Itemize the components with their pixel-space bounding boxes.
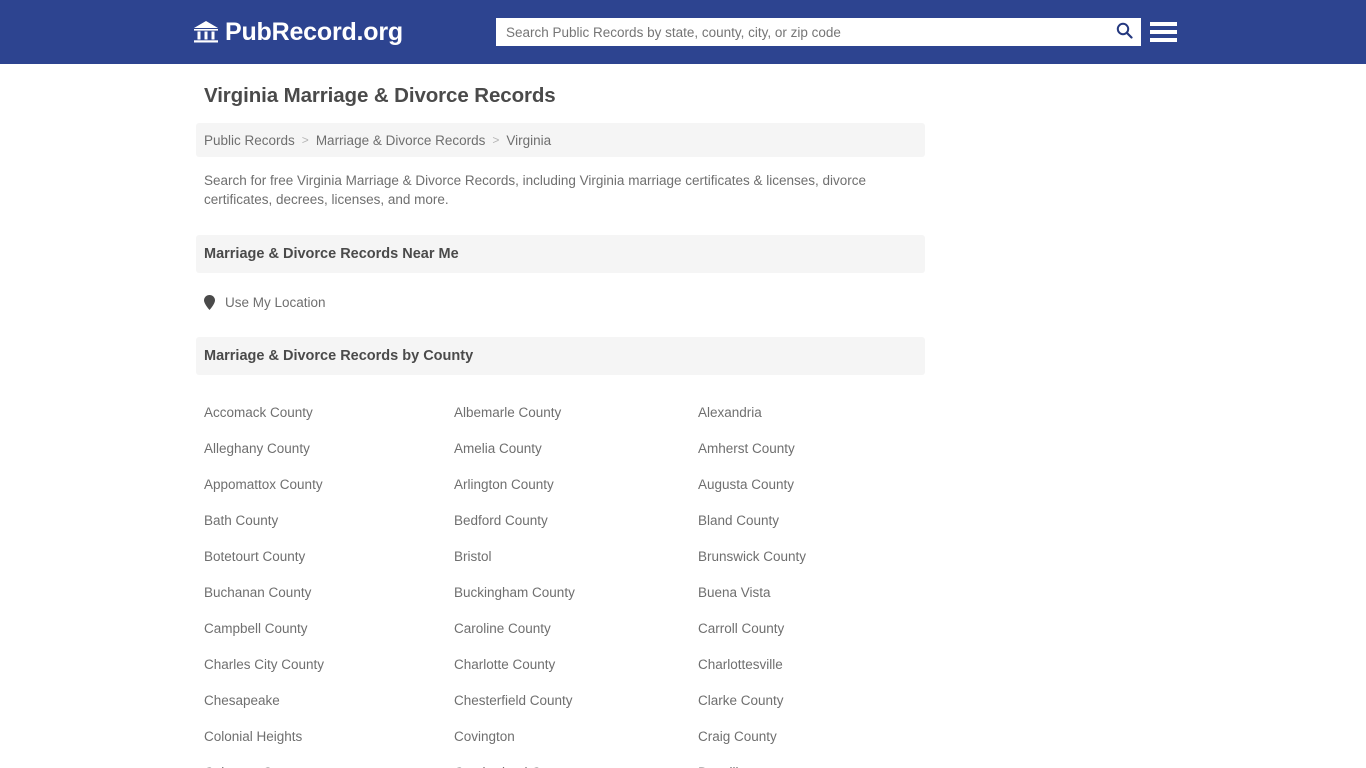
county-link[interactable]: Buchanan County	[204, 575, 454, 611]
main-content: Virginia Marriage & Divorce Records Publ…	[0, 64, 1366, 768]
content-container: Virginia Marriage & Divorce Records Publ…	[196, 84, 925, 768]
map-pin-icon	[204, 295, 215, 310]
county-link[interactable]: Amelia County	[454, 431, 698, 467]
breadcrumb-item-public-records[interactable]: Public Records	[204, 133, 295, 148]
search-icon	[1116, 22, 1133, 42]
county-link[interactable]: Culpeper County	[204, 755, 454, 768]
site-logo-text: PubRecord.org	[225, 17, 403, 46]
county-link[interactable]: Bath County	[204, 503, 454, 539]
hamburger-bar	[1150, 30, 1177, 34]
site-header: PubRecord.org	[0, 0, 1366, 64]
bank-building-icon	[193, 20, 219, 44]
page-title: Virginia Marriage & Divorce Records	[204, 84, 556, 107]
county-link[interactable]: Bristol	[454, 539, 698, 575]
county-link[interactable]: Danville	[698, 755, 933, 768]
hamburger-bar	[1150, 22, 1177, 26]
county-link[interactable]: Buena Vista	[698, 575, 933, 611]
breadcrumb-separator: >	[301, 133, 309, 147]
county-link[interactable]: Clarke County	[698, 683, 933, 719]
breadcrumb: Public Records > Marriage & Divorce Reco…	[196, 123, 925, 157]
county-link[interactable]: Alleghany County	[204, 431, 454, 467]
page-description: Search for free Virginia Marriage & Divo…	[204, 173, 867, 207]
county-link[interactable]: Carroll County	[698, 611, 933, 647]
county-link[interactable]: Buckingham County	[454, 575, 698, 611]
breadcrumb-item-marriage-divorce-records[interactable]: Marriage & Divorce Records	[316, 133, 486, 148]
county-link[interactable]: Craig County	[698, 719, 933, 755]
county-link[interactable]: Augusta County	[698, 467, 933, 503]
county-link[interactable]: Cumberland County	[454, 755, 698, 768]
near-me-section: Use My Location	[196, 283, 925, 337]
breadcrumb-item-virginia[interactable]: Virginia	[506, 133, 551, 148]
county-list: Accomack County Albemarle County Alexandri…	[196, 385, 925, 768]
county-link[interactable]: Appomattox County	[204, 467, 454, 503]
county-link[interactable]: Albemarle County	[454, 395, 698, 431]
county-link[interactable]: Charlotte County	[454, 647, 698, 683]
site-logo[interactable]: PubRecord.org	[193, 17, 403, 46]
use-my-location-button[interactable]: Use My Location	[204, 295, 326, 310]
hamburger-bar	[1150, 38, 1177, 42]
county-link[interactable]: Amherst County	[698, 431, 933, 467]
county-link[interactable]: Covington	[454, 719, 698, 755]
county-link[interactable]: Brunswick County	[698, 539, 933, 575]
breadcrumb-separator: >	[492, 133, 500, 147]
county-link[interactable]: Accomack County	[204, 395, 454, 431]
county-link[interactable]: Bedford County	[454, 503, 698, 539]
section-header-near-me: Marriage & Divorce Records Near Me	[196, 235, 925, 273]
search-input[interactable]	[496, 18, 1107, 46]
use-my-location-label: Use My Location	[225, 295, 326, 310]
county-link[interactable]: Bland County	[698, 503, 933, 539]
county-link[interactable]: Botetourt County	[204, 539, 454, 575]
county-link[interactable]: Caroline County	[454, 611, 698, 647]
search-button[interactable]	[1107, 18, 1141, 46]
county-link[interactable]: Charles City County	[204, 647, 454, 683]
county-link[interactable]: Arlington County	[454, 467, 698, 503]
county-link[interactable]: Charlottesville	[698, 647, 933, 683]
county-link[interactable]: Chesapeake	[204, 683, 454, 719]
county-link[interactable]: Alexandria	[698, 395, 933, 431]
hamburger-menu-icon[interactable]	[1150, 19, 1177, 45]
search-bar	[496, 18, 1141, 46]
section-header-by-county: Marriage & Divorce Records by County	[196, 337, 925, 375]
county-link[interactable]: Colonial Heights	[204, 719, 454, 755]
county-link[interactable]: Campbell County	[204, 611, 454, 647]
county-link[interactable]: Chesterfield County	[454, 683, 698, 719]
